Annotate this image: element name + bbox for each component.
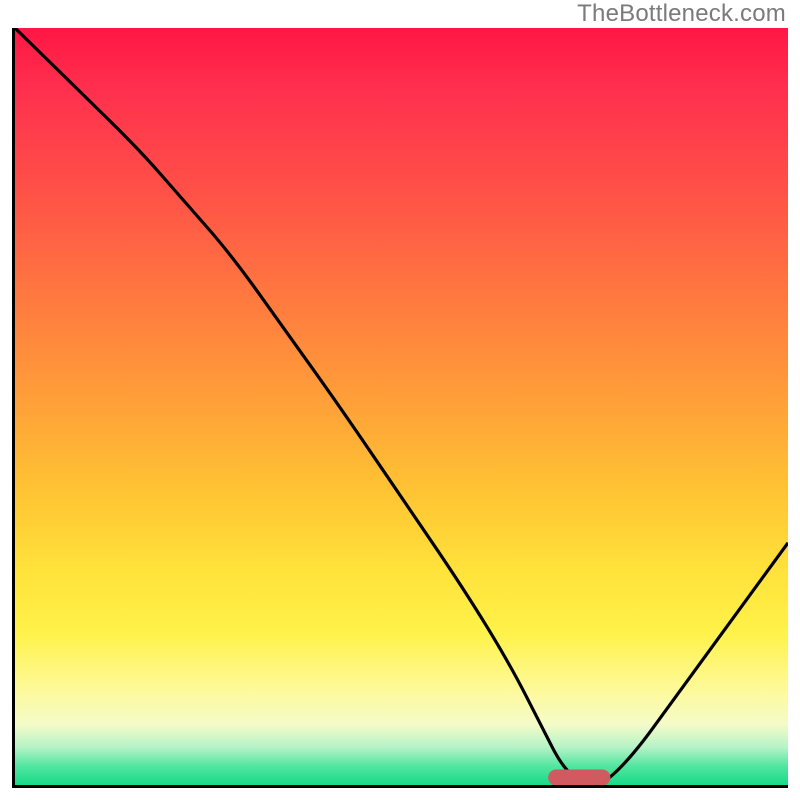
chart-line-curve [15,28,788,785]
watermark-text: TheBottleneck.com [577,0,786,28]
chart-svg [15,28,788,785]
chart-plot-area [12,28,788,788]
